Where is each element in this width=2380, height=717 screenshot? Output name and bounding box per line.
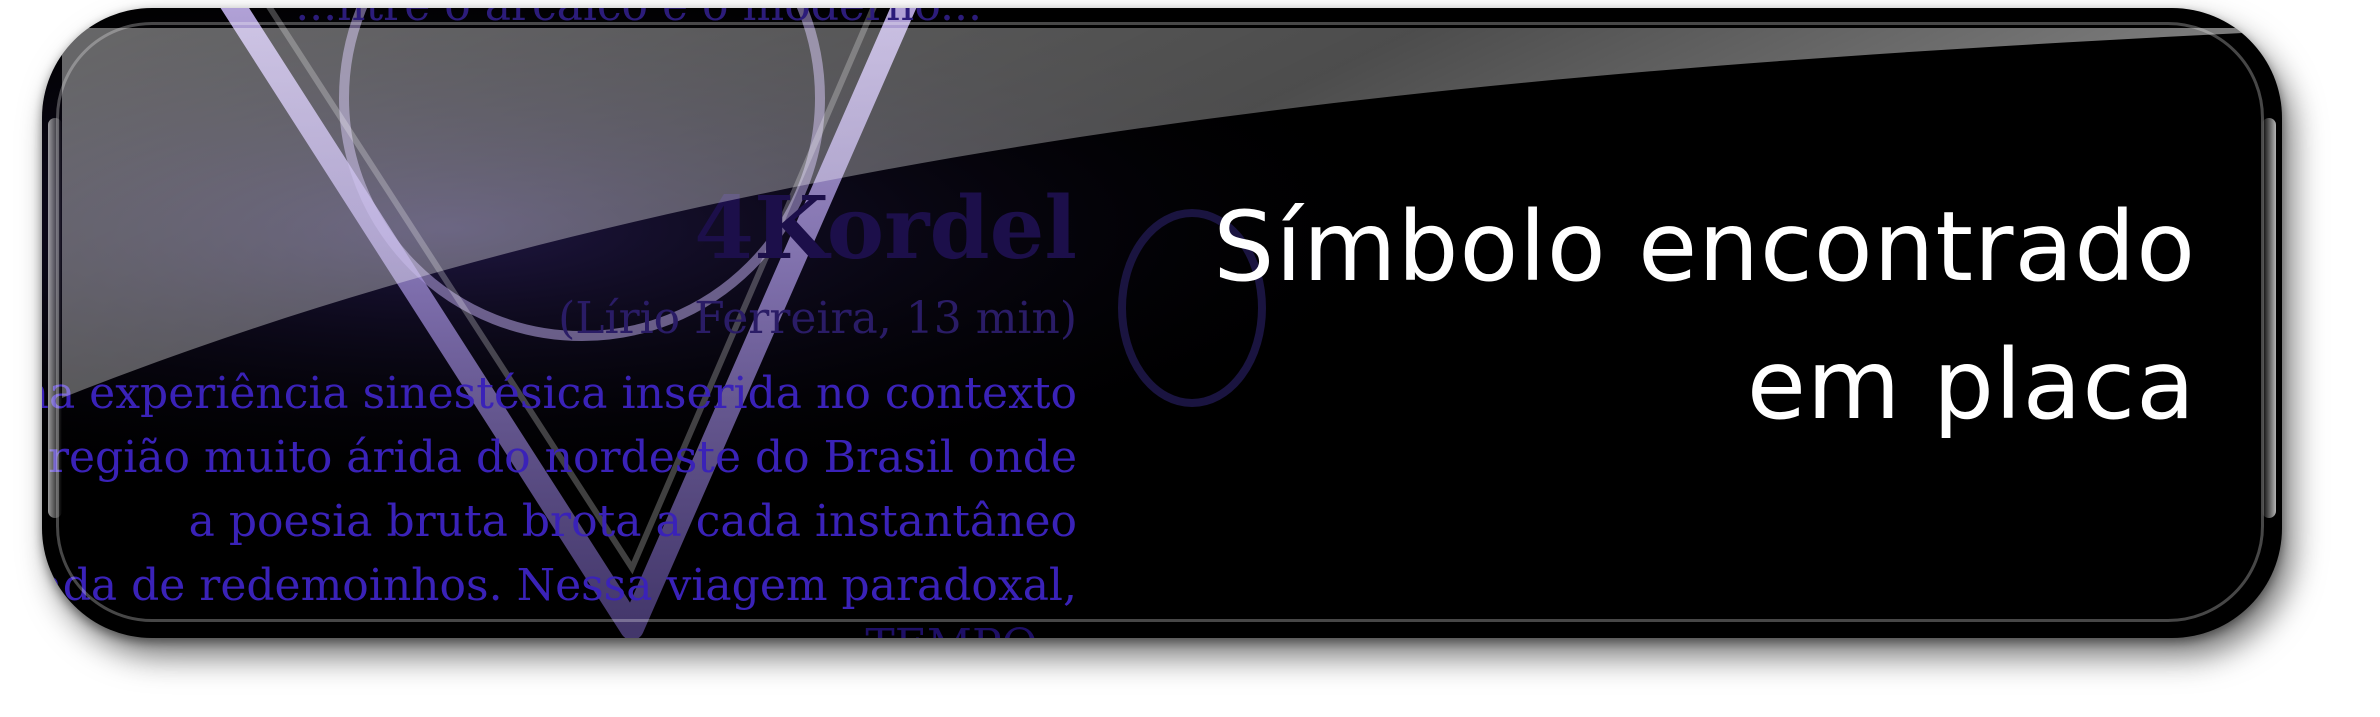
page-canvas: ...ntre o arcaico e o moderno... 4Kordel… <box>0 0 2380 717</box>
poster-synopsis-line: a poesia bruta brota a cada instantâneo <box>188 496 1077 547</box>
poster-synopsis-line: a região muito árida do nordeste do Bras… <box>42 432 1077 483</box>
poster-synopsis-line: uma experiência sinestésica inserida no … <box>42 368 1077 419</box>
plate-right-edge-highlight <box>2262 118 2276 518</box>
headline-line-1: Símbolo encontrado <box>1213 191 2196 303</box>
poster-top-text-fragment: ...ntre o arcaico e o moderno... <box>295 8 982 31</box>
plate-left-edge-highlight <box>48 118 62 518</box>
glossy-plate-banner: ...ntre o arcaico e o moderno... 4Kordel… <box>42 8 2282 638</box>
headline: Símbolo encontrado em placa <box>1096 178 2196 454</box>
poster-synopsis-line: lufada de redemoinhos. Nessa viagem para… <box>42 560 1077 611</box>
poster-author-credit: (Lírio Ferreira, 13 min) <box>558 293 1077 344</box>
poster-title: 4Kordel <box>694 178 1077 279</box>
poster-synopsis-line: TEMPO... <box>865 620 1077 638</box>
headline-line-2: em placa <box>1746 329 2196 441</box>
